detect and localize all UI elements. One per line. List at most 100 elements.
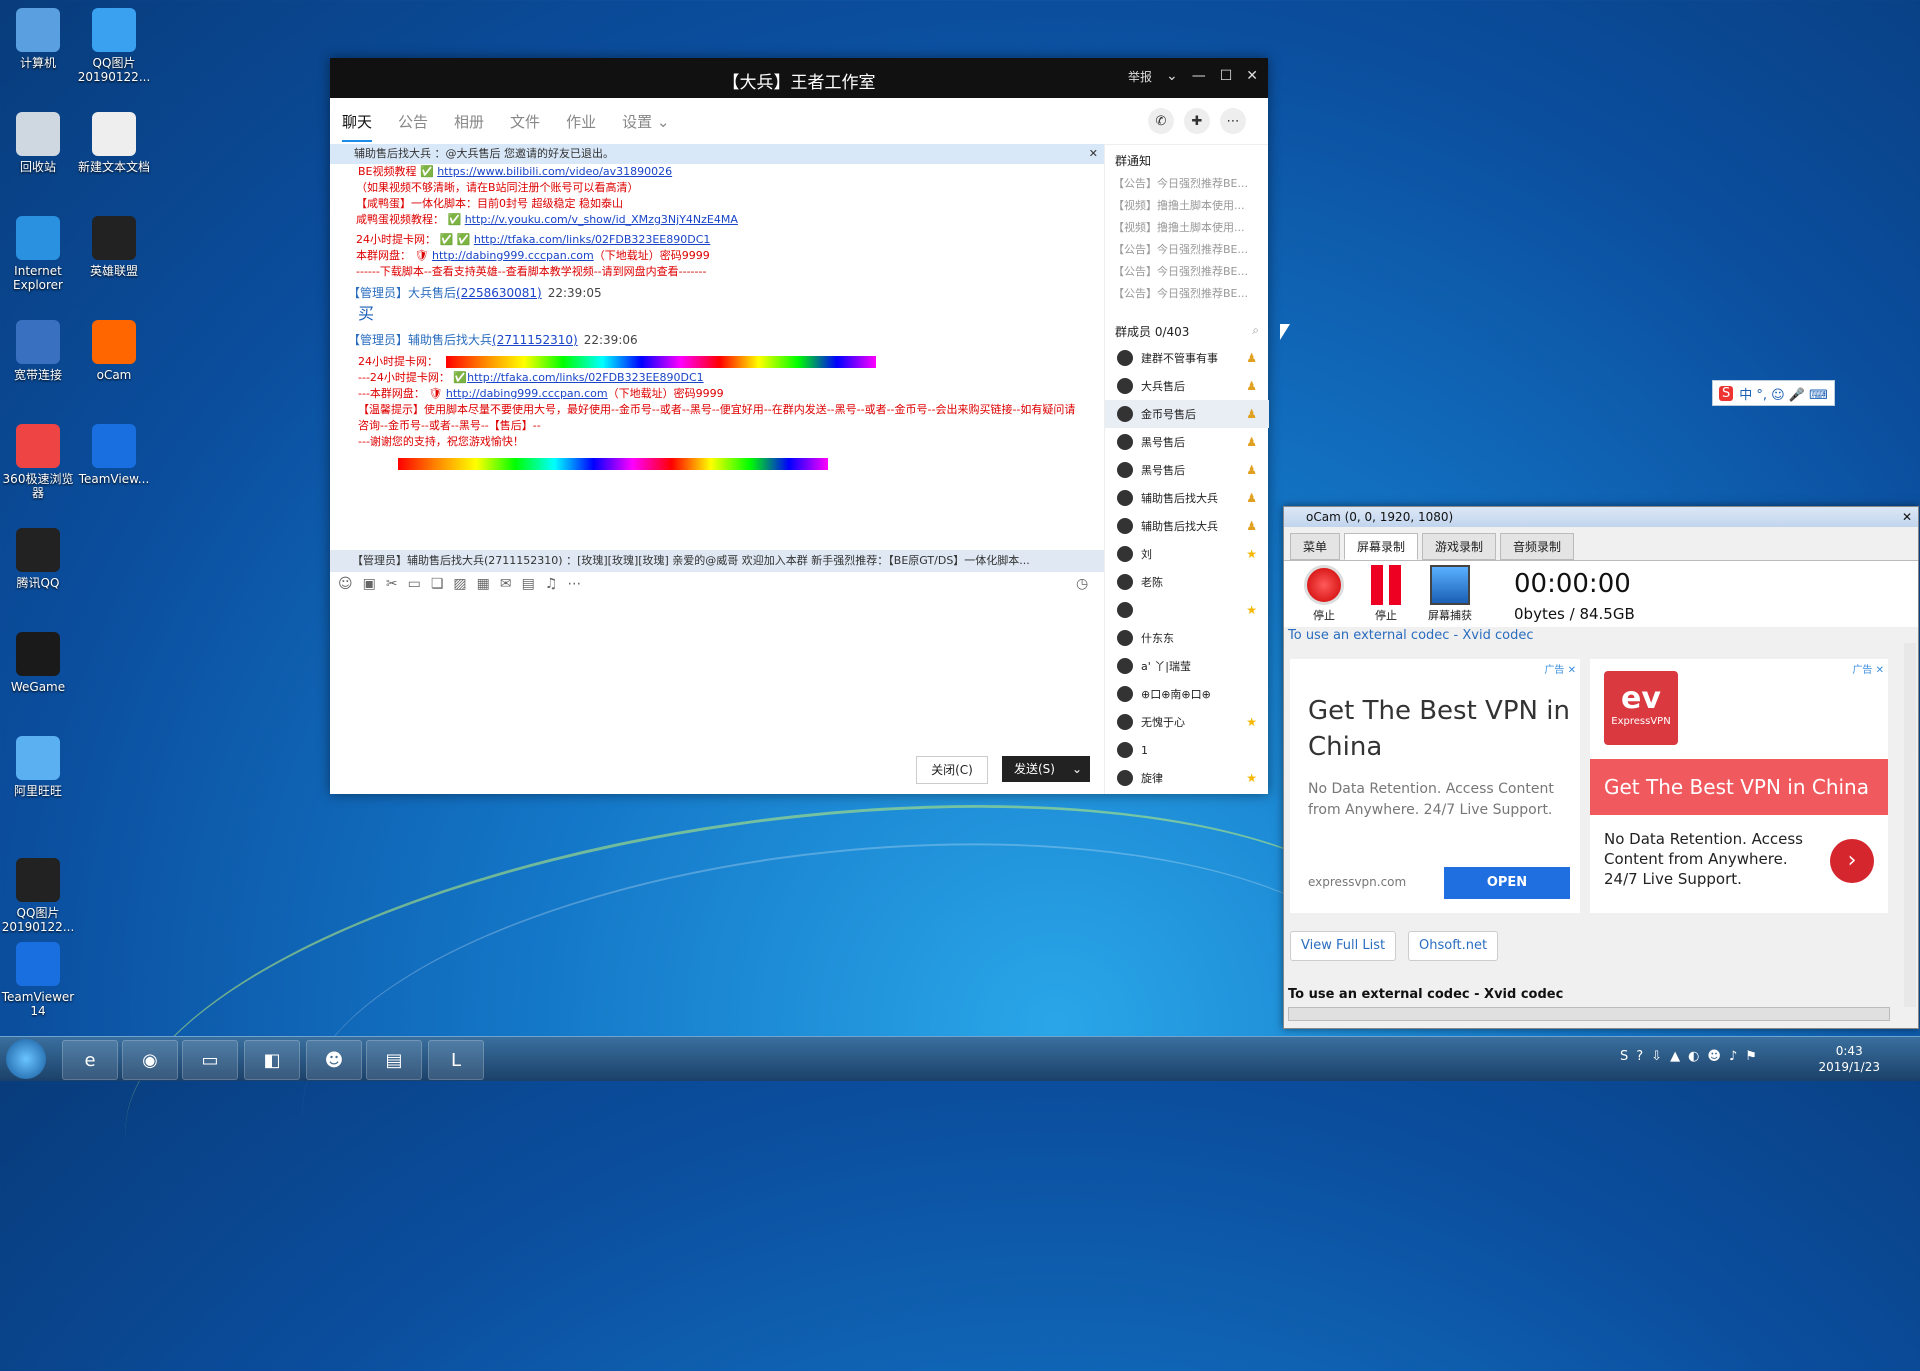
folder-icon[interactable]: ▭	[408, 576, 421, 592]
close-icon[interactable]: ✕	[1902, 507, 1912, 527]
maximize-icon[interactable]: ☐	[1220, 68, 1233, 85]
view-full-list-button[interactable]: View Full List	[1290, 931, 1397, 961]
tab-audio-record[interactable]: 音频录制	[1500, 533, 1575, 560]
gift-icon[interactable]: ✉	[500, 576, 512, 592]
chevron-right-icon[interactable]: ›	[1830, 839, 1874, 883]
message-input[interactable]	[336, 604, 1096, 744]
member-item[interactable]: 大兵售后 ♟	[1105, 372, 1269, 400]
tab-homework[interactable]: 作业	[566, 111, 596, 132]
notepad-icon[interactable]: ▤	[366, 1040, 422, 1080]
tab-files[interactable]: 文件	[510, 111, 540, 132]
history-icon[interactable]: ◷	[1076, 576, 1088, 592]
desktop-icon[interactable]: 计算机	[0, 8, 76, 70]
link[interactable]: http://dabing999.cccpan.com	[446, 387, 608, 400]
gif-icon[interactable]: ▣	[363, 576, 376, 592]
notice-item[interactable]: 【视频】撸撸土脚本使用...	[1105, 217, 1269, 239]
browser-360-icon[interactable]: ◉	[122, 1040, 178, 1080]
desktop-icon[interactable]: Internet Explorer	[0, 216, 76, 292]
link[interactable]: http://tfaka.com/links/02FDB323EE890DC1	[474, 233, 711, 246]
latest-message-bar[interactable]: 【管理员】辅助售后找大兵(2711152310) ：[玫瑰][玫瑰][玫瑰] 亲…	[330, 550, 1104, 572]
desktop-icon[interactable]: 新建文本文档	[76, 112, 152, 174]
tab-settings[interactable]: 设置 ⌄	[622, 111, 669, 132]
member-item[interactable]: 辅助售后找大兵 ♟	[1105, 484, 1269, 512]
close-icon[interactable]: ✕	[1089, 144, 1098, 164]
desktop-icon[interactable]: 英雄联盟	[76, 216, 152, 278]
member-item[interactable]: a' 丫|瑞莹	[1105, 652, 1269, 680]
scissors-icon[interactable]: ✂	[386, 576, 398, 592]
member-list[interactable]: 建群不管事有事 ♟ 大兵售后 ♟ 金币号售后 ♟ 黑号售后 ♟ 黑号售后 ♟ 辅助售后找大兵 ♟ 辅助售…	[1105, 344, 1269, 792]
explorer-icon[interactable]: ▭	[182, 1040, 238, 1080]
link[interactable]: http://dabing999.cccpan.com	[432, 249, 594, 262]
link[interactable]: https://www.bilibili.com/video/av3189002…	[437, 165, 672, 178]
system-tray[interactable]: S? ⇩ ▲ ◐ ☻ ♪ ⚑	[1620, 1049, 1757, 1064]
desktop-icon[interactable]: 腾讯QQ	[0, 528, 76, 590]
image-icon[interactable]: ▨	[453, 576, 466, 592]
member-item[interactable]: 刘 ★	[1105, 540, 1269, 568]
ad-close-icon[interactable]: 广告 ✕	[1852, 661, 1884, 676]
pause-button[interactable]: 停止	[1366, 565, 1406, 623]
tab-screen-record[interactable]: 屏幕录制	[1344, 533, 1419, 560]
close-button[interactable]: 关闭(C)	[916, 756, 988, 784]
member-item[interactable]: 1	[1105, 736, 1269, 764]
phone-icon[interactable]: ✆	[1148, 108, 1174, 134]
desktop-icon[interactable]: QQ图片 20190122...	[76, 8, 152, 84]
desktop-icon[interactable]: TeamView...	[76, 424, 152, 486]
desktop-icon[interactable]: WeGame	[0, 632, 76, 694]
desktop-icon[interactable]: TeamViewer 14	[0, 942, 76, 1018]
desktop-icon[interactable]: QQ图片 20190122...	[0, 858, 76, 934]
screen-capture-button[interactable]: 屏幕捕获	[1428, 565, 1472, 623]
codec-link[interactable]: To use an external codec - Xvid codec	[1284, 627, 1918, 645]
calendar-icon[interactable]: ▦	[477, 576, 490, 592]
member-item[interactable]: 建群不管事有事 ♟	[1105, 344, 1269, 372]
link[interactable]: http://v.youku.com/v_show/id_XMzg3NjY4Nz…	[465, 213, 738, 226]
clipboard-icon[interactable]: ▤	[522, 576, 535, 592]
start-button[interactable]	[6, 1039, 46, 1079]
add-chat-icon[interactable]: ✚	[1184, 108, 1210, 134]
ime-toolbar[interactable]: S中 °, ☺ 🎤 ⌨	[1712, 380, 1835, 406]
notice-item[interactable]: 【公告】今日强烈推荐BE...	[1105, 261, 1269, 283]
ohsoft-link-button[interactable]: Ohsoft.net	[1408, 931, 1499, 961]
desktop-icon[interactable]: oCam	[76, 320, 152, 382]
tab-announcement[interactable]: 公告	[398, 111, 428, 132]
desktop-icon[interactable]: 宽带连接	[0, 320, 76, 382]
member-item[interactable]: 无愧于心 ★	[1105, 708, 1269, 736]
send-button[interactable]: 发送(S) ⌄	[1002, 756, 1090, 782]
vertical-scrollbar[interactable]	[1904, 643, 1916, 1007]
ad-close-icon[interactable]: 广告 ✕	[1544, 661, 1576, 676]
tab-chat[interactable]: 聊天	[342, 111, 373, 142]
member-item[interactable]: 黑号售后 ♟	[1105, 428, 1269, 456]
tab-game-record[interactable]: 游戏录制	[1422, 533, 1497, 560]
chevron-down-icon[interactable]: ⌄	[1166, 68, 1178, 85]
report-button[interactable]: 举报	[1128, 68, 1152, 85]
tab-menu[interactable]: 菜单	[1290, 533, 1341, 560]
close-icon[interactable]: ✕	[1246, 68, 1258, 85]
sogou-icon[interactable]: S	[1719, 385, 1734, 401]
minimize-icon[interactable]: —	[1192, 68, 1206, 85]
qq-chat-icon[interactable]: ☻	[306, 1040, 362, 1080]
more-icon[interactable]: ⋯	[1220, 108, 1246, 134]
ie-icon[interactable]: e	[62, 1040, 118, 1080]
stop-record-button[interactable]: 停止	[1304, 565, 1344, 623]
ad-panel-left[interactable]: 广告 ✕ Get The Best VPN in China No Data R…	[1290, 659, 1580, 913]
member-item[interactable]: ★	[1105, 596, 1269, 624]
system-clock[interactable]: 0:43 2019/1/23	[1818, 1043, 1880, 1075]
bell-icon[interactable]: ♫	[545, 576, 558, 592]
lol-icon[interactable]: L	[428, 1040, 484, 1080]
ocam-icon[interactable]: ◧	[244, 1040, 300, 1080]
tab-album[interactable]: 相册	[454, 111, 484, 132]
desktop-icon[interactable]: 360极速浏览 器	[0, 424, 76, 500]
more-icon[interactable]: ⋯	[567, 576, 581, 592]
notice-item[interactable]: 【公告】今日强烈推荐BE...	[1105, 239, 1269, 261]
ad-panel-right[interactable]: 广告 ✕ ev ExpressVPN Get The Best VPN in Ch…	[1590, 659, 1888, 913]
desktop-icon[interactable]: 回收站	[0, 112, 76, 174]
notice-item[interactable]: 【视频】撸撸土脚本使用...	[1105, 195, 1269, 217]
sticker-icon[interactable]: ❏	[431, 576, 444, 592]
member-item[interactable]: 旋律 ★	[1105, 764, 1269, 792]
desktop-icon[interactable]: 阿里旺旺	[0, 736, 76, 798]
chevron-down-icon[interactable]: ⌄	[1072, 756, 1082, 782]
notice-item[interactable]: 【公告】今日强烈推荐BE...	[1105, 283, 1269, 305]
member-item[interactable]: 什东东	[1105, 624, 1269, 652]
member-item[interactable]: 老陈	[1105, 568, 1269, 596]
chat-history[interactable]: 辅助售后找大兵 ：@大兵售后 您邀请的好友已退出。 ✕ BE视频教程 ✅ htt…	[330, 144, 1104, 564]
link[interactable]: http://tfaka.com/links/02FDB323EE890DC1	[467, 371, 704, 384]
